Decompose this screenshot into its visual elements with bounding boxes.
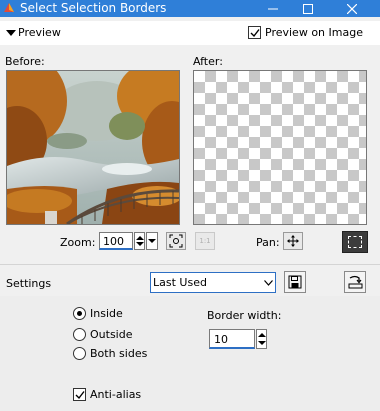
after-label: After:: [193, 55, 223, 68]
checkmark-icon: [75, 391, 85, 400]
autumn-landscape-image: [7, 71, 179, 224]
radio-outside-label[interactable]: Outside: [90, 328, 132, 341]
preview-on-image-checkbox[interactable]: [248, 26, 261, 39]
preview-header: Preview Preview on Image: [0, 21, 380, 45]
zoom-fit-icon: [169, 234, 183, 248]
title-bar: Select Selection Borders: [0, 0, 380, 17]
before-preview-image: [6, 70, 180, 225]
reset-defaults-button[interactable]: [344, 271, 366, 293]
radio-outside[interactable]: [73, 328, 86, 341]
spin-down-icon[interactable]: [136, 242, 144, 246]
pan-button[interactable]: [283, 232, 303, 250]
spin-up-icon[interactable]: [136, 236, 144, 240]
zoom-input[interactable]: 100: [99, 232, 133, 250]
chevron-down-icon: [148, 239, 156, 243]
checkmark-icon: [250, 29, 260, 38]
settings-label: Settings: [6, 277, 52, 290]
anti-alias-label[interactable]: Anti-alias: [90, 388, 141, 401]
radio-inside[interactable]: [73, 307, 86, 320]
before-label: Before:: [5, 55, 45, 68]
divider: [0, 264, 380, 265]
after-preview-image: [193, 70, 367, 225]
zoom-actual-size-button[interactable]: 1:1: [195, 232, 215, 250]
maximize-icon: [303, 3, 313, 14]
zoom-spin-button[interactable]: [134, 232, 145, 250]
maximize-button[interactable]: [292, 0, 324, 17]
border-width-label: Border width:: [207, 309, 282, 322]
preview-on-image-label[interactable]: Preview on Image: [265, 26, 363, 39]
spin-down-icon[interactable]: [258, 341, 266, 345]
minimize-icon: [268, 8, 278, 9]
app-icon: [4, 3, 14, 12]
collapse-triangle-icon[interactable]: [6, 30, 16, 36]
close-button[interactable]: [336, 0, 368, 17]
anti-alias-checkbox[interactable]: [73, 388, 86, 401]
minimize-button[interactable]: [257, 0, 289, 17]
border-width-input[interactable]: 10: [209, 329, 255, 349]
radio-both-sides-label[interactable]: Both sides: [90, 347, 147, 360]
settings-panel: Inside Outside Both sides Border width: …: [0, 296, 380, 411]
border-width-value: 10: [214, 333, 228, 346]
preset-select[interactable]: Last Used: [150, 272, 276, 293]
zoom-fit-button[interactable]: [166, 232, 186, 250]
pan-move-icon: [287, 235, 299, 247]
radio-both-sides[interactable]: [73, 347, 86, 360]
pan-label: Pan:: [256, 236, 280, 249]
close-icon: [347, 3, 357, 14]
border-width-spin-button[interactable]: [256, 329, 267, 349]
selection-marquee-icon: [348, 236, 362, 248]
zoom-label: Zoom:: [60, 236, 96, 249]
preview-section-label[interactable]: Preview: [18, 26, 61, 39]
save-preset-icon: [288, 275, 302, 289]
preset-select-value: Last Used: [153, 276, 207, 289]
save-preset-button[interactable]: [284, 271, 306, 293]
spin-up-icon[interactable]: [258, 333, 266, 337]
radio-inside-label[interactable]: Inside: [90, 307, 123, 320]
dropdown-arrow-icon[interactable]: [261, 273, 275, 292]
zoom-actual-size-icon: 1:1: [199, 237, 211, 245]
window-title: Select Selection Borders: [20, 1, 167, 15]
selection-marquee-button[interactable]: [342, 231, 368, 253]
reset-defaults-icon: [348, 275, 362, 289]
zoom-dropdown-button[interactable]: [146, 232, 158, 250]
